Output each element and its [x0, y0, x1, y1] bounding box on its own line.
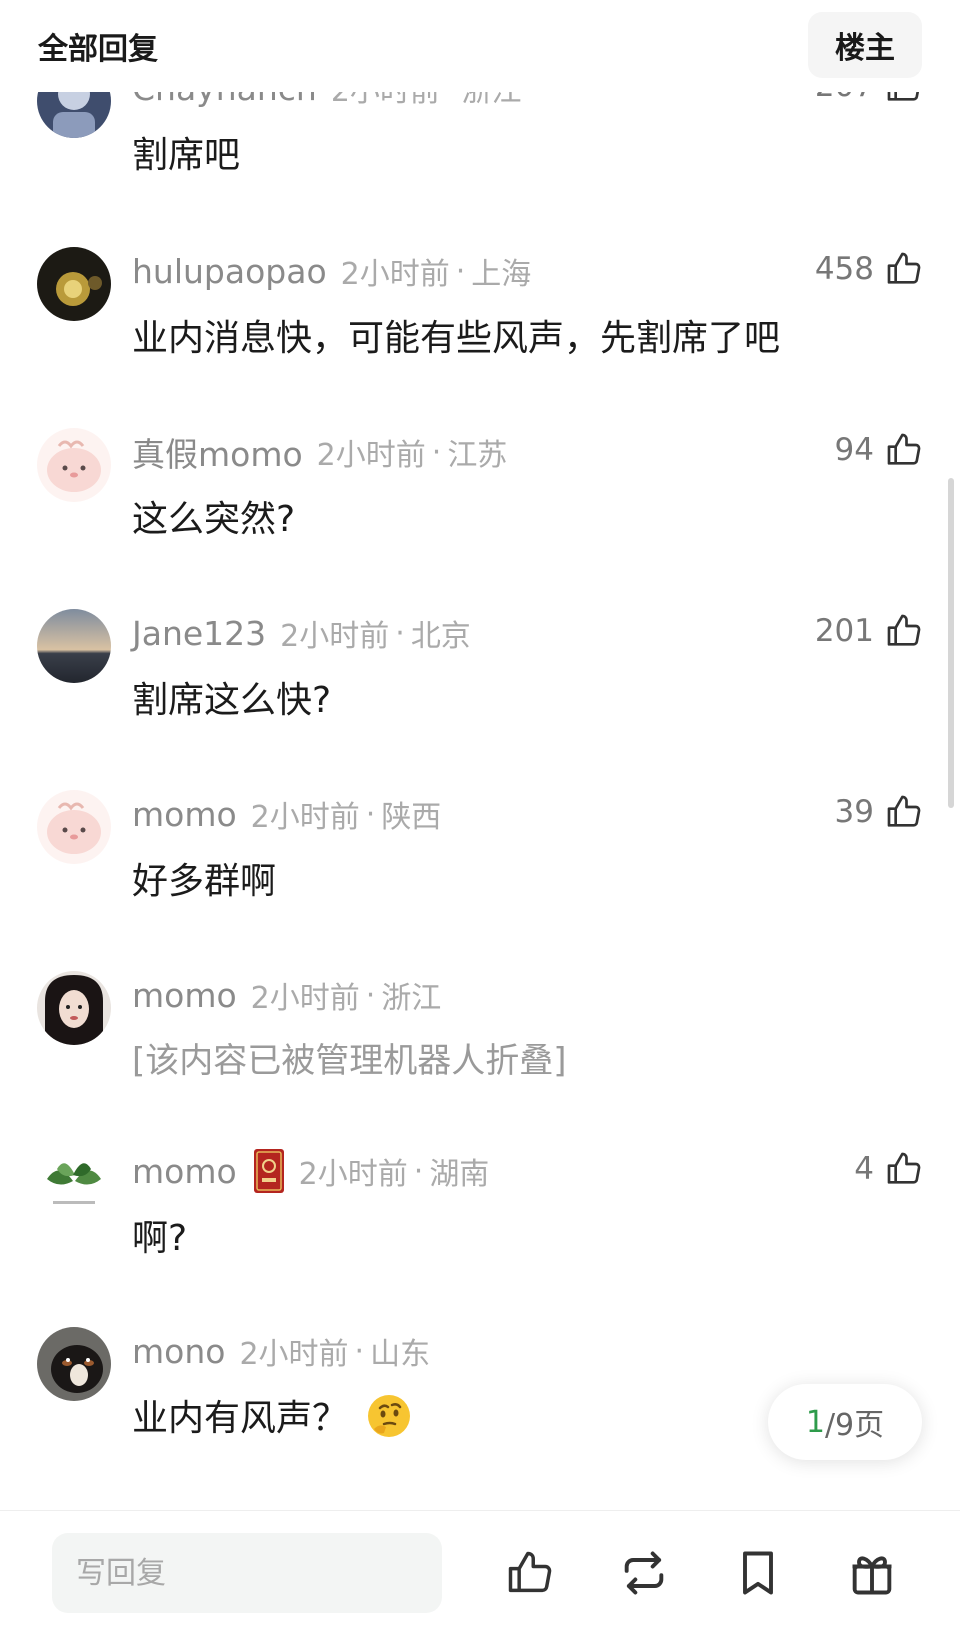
- red-book-badge-icon: [253, 1148, 285, 1194]
- thumbs-up-icon: [884, 792, 924, 832]
- avatar[interactable]: [37, 1147, 111, 1221]
- page-title: 全部回复: [38, 32, 158, 67]
- comment-time: 2小时前: [239, 1337, 349, 1372]
- comment-location: 上海: [471, 257, 532, 292]
- like-count: 4: [854, 1151, 874, 1187]
- comment-item: momo 2小时前 · 浙江 [该内容已被管理机器人折叠]: [0, 971, 960, 1141]
- comment-item: momo 2小时前 · 湖南 4 啊?: [0, 1147, 960, 1317]
- username[interactable]: momo: [132, 1152, 237, 1191]
- separator-dot: ·: [365, 977, 376, 1013]
- thumbs-up-icon: [884, 1149, 924, 1189]
- comment-text: 割席吧: [132, 135, 241, 176]
- username[interactable]: hulupaopao: [132, 252, 327, 291]
- comment-location: 浙江: [381, 981, 442, 1016]
- like-button[interactable]: 39: [835, 790, 924, 834]
- username[interactable]: mono: [132, 1332, 225, 1371]
- page-indicator[interactable]: 1 /9页: [768, 1384, 922, 1460]
- gift-icon[interactable]: [846, 1547, 898, 1599]
- reply-header: 全部回复 楼主: [0, 0, 960, 92]
- bottom-action-bar: [0, 1510, 960, 1625]
- comment-meta: momo 2小时前 · 浙江: [132, 973, 441, 1017]
- bookmark-icon[interactable]: [732, 1547, 784, 1599]
- avatar[interactable]: [37, 247, 111, 321]
- comment-text: 啊?: [132, 1218, 188, 1259]
- comment-item: Jane123 2小时前 · 北京 201 割席这么快?: [0, 609, 960, 779]
- thinking-face-emoji: [366, 1393, 412, 1439]
- comment-location: 湖南: [429, 1157, 490, 1192]
- comment-time: 2小时前: [316, 438, 426, 473]
- like-count: 201: [814, 613, 874, 649]
- separator-dot: ·: [413, 1153, 424, 1189]
- avatar[interactable]: [37, 609, 111, 683]
- username[interactable]: 真假momo: [132, 428, 303, 476]
- like-count: 458: [814, 251, 874, 287]
- like-button[interactable]: 4: [854, 1147, 924, 1191]
- comment-text: 业内消息快，可能有些风声，先割席了吧: [132, 318, 781, 359]
- comment-meta: hulupaopao 2小时前 · 上海: [132, 249, 531, 293]
- comment-location: 江苏: [447, 438, 508, 473]
- comment-location: 陕西: [381, 800, 442, 835]
- avatar[interactable]: [37, 428, 111, 502]
- scrollbar[interactable]: [948, 478, 954, 808]
- op-only-button[interactable]: 楼主: [808, 12, 922, 78]
- like-button[interactable]: 94: [835, 428, 924, 472]
- avatar[interactable]: [37, 971, 111, 1045]
- reply-input[interactable]: [52, 1533, 442, 1613]
- like-button[interactable]: 201: [815, 609, 924, 653]
- comment-list: Chaynanch 2小时前 · 浙江 207 割席吧 hulupaopao 2…: [0, 0, 960, 1510]
- current-page: 1: [805, 1404, 825, 1440]
- separator-dot: ·: [365, 796, 376, 832]
- separator-dot: ·: [354, 1333, 365, 1369]
- comment-meta: momo 2小时前 · 湖南: [132, 1149, 489, 1193]
- comment-text: 这么突然?: [132, 499, 296, 540]
- username[interactable]: momo: [132, 976, 237, 1015]
- thumbs-up-icon: [884, 611, 924, 651]
- separator-dot: ·: [395, 615, 405, 651]
- avatar[interactable]: [37, 1327, 111, 1401]
- comment-item: hulupaopao 2小时前 · 上海 458 业内消息快，可能有些风声，先割…: [0, 247, 960, 417]
- comment-location: 山东: [370, 1337, 431, 1372]
- comment-text: 割席这么快?: [132, 680, 332, 721]
- comment-meta: Jane123 2小时前 · 北京: [132, 611, 471, 655]
- comment-time: 2小时前: [250, 800, 360, 835]
- comment-meta: 真假momo 2小时前 · 江苏: [132, 428, 508, 476]
- repost-icon[interactable]: [618, 1547, 670, 1599]
- comment-item: momo 2小时前 · 陕西 39 好多群啊: [0, 790, 960, 960]
- like-count: 94: [834, 432, 874, 468]
- thumbs-up-icon: [884, 249, 924, 289]
- comment-text: 好多群啊: [132, 861, 277, 902]
- comment-time: 2小时前: [340, 257, 450, 292]
- comment-time: 2小时前: [280, 619, 390, 654]
- separator-dot: ·: [455, 253, 466, 289]
- total-pages: /9页: [824, 1408, 885, 1443]
- like-count: 39: [834, 794, 874, 830]
- comment-item: 真假momo 2小时前 · 江苏 94 这么突然?: [0, 428, 960, 598]
- avatar[interactable]: [37, 790, 111, 864]
- comment-location: 北京: [410, 619, 471, 654]
- username[interactable]: Jane123: [132, 614, 266, 653]
- folded-comment-notice[interactable]: [该内容已被管理机器人折叠]: [132, 1033, 567, 1082]
- thumbs-up-icon: [884, 430, 924, 470]
- comment-meta: momo 2小时前 · 陕西: [132, 792, 441, 836]
- comment-time: 2小时前: [250, 981, 360, 1016]
- comment-meta: mono 2小时前 · 山东: [132, 1329, 430, 1373]
- comment-text-row: 业内有风声？: [132, 1389, 412, 1443]
- comment-time: 2小时前: [298, 1157, 408, 1192]
- thumbs-up-icon[interactable]: [504, 1547, 556, 1599]
- username[interactable]: momo: [132, 795, 237, 834]
- separator-dot: ·: [431, 434, 442, 470]
- like-button[interactable]: 458: [815, 247, 924, 291]
- comment-text: 业内有风声？: [132, 1398, 349, 1439]
